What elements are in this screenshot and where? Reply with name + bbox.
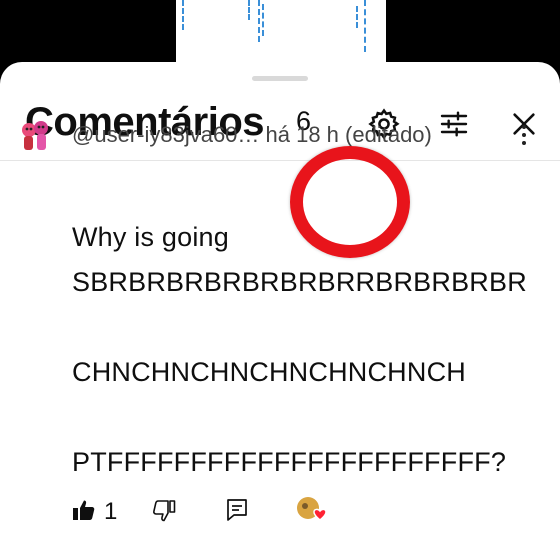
sliders-icon[interactable] — [434, 104, 474, 144]
red-circle-annotation — [290, 146, 410, 258]
like-count: 1 — [104, 498, 118, 525]
drag-handle[interactable] — [252, 76, 308, 81]
like-button[interactable]: 1 — [72, 498, 117, 526]
dislike-button[interactable] — [152, 500, 176, 527]
thumbs-down-icon — [152, 500, 176, 527]
comment-line: Why is going — [72, 222, 229, 252]
creator-heart-icon — [296, 496, 328, 531]
avatar[interactable] — [18, 118, 52, 154]
more-vertical-icon[interactable] — [516, 122, 532, 148]
comment-actions: 1 — [0, 432, 560, 525]
header-divider — [0, 160, 560, 161]
comment-meta: @user-iy83jva60… há 18 h (editado) — [72, 122, 432, 147]
comment-line: CHNCHNCHNCHNCHNCHNCH — [72, 357, 466, 387]
reply-button[interactable] — [226, 498, 248, 527]
thumbs-up-icon — [72, 499, 96, 526]
creator-heart — [296, 496, 328, 531]
reply-icon — [226, 498, 248, 527]
comment-line: SBRBRBRBRBRBRBRRBRBRBRBR — [72, 267, 527, 297]
